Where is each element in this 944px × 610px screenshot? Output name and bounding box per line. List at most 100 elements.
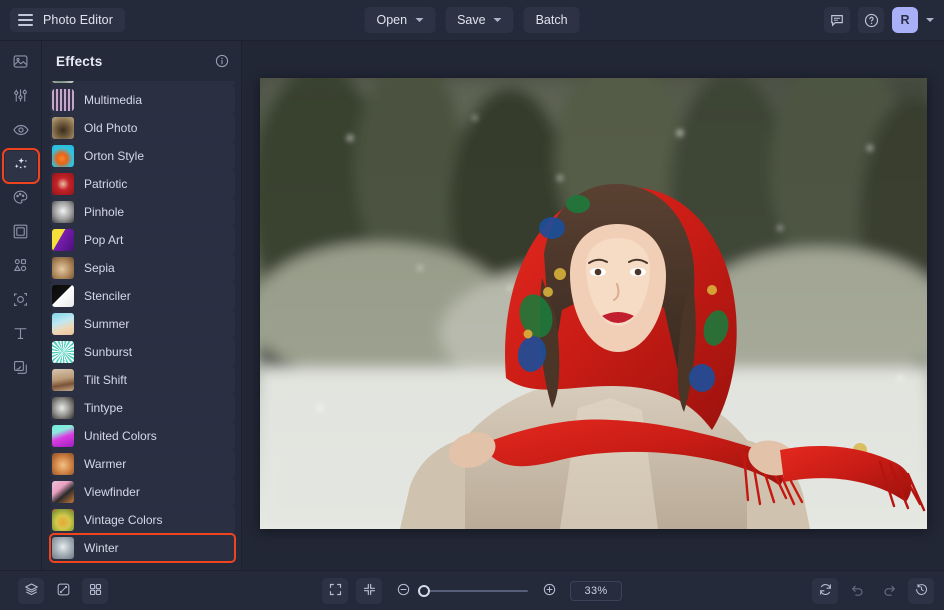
effect-thumbnail (52, 396, 74, 419)
effect-label: Summer (84, 316, 130, 331)
effect-label: Patriotic (84, 176, 128, 191)
list-item[interactable]: Tintype (50, 394, 235, 422)
list-item[interactable]: Multimedia (50, 86, 235, 114)
sparkles-icon (12, 155, 30, 178)
list-item[interactable]: Viewfinder (50, 478, 235, 506)
effect-label: Vintage Colors (84, 512, 163, 527)
undo-button[interactable] (844, 578, 870, 604)
bottom-right-tools (812, 577, 934, 604)
effects-list[interactable]: Lomo ArtMotion ColorMultimediaOld PhotoO… (42, 81, 241, 570)
save-button[interactable]: Save (445, 7, 514, 33)
effect-label: Warmer (84, 456, 127, 471)
effect-thumbnail (52, 480, 74, 503)
zoom-level-value[interactable]: 33% (570, 580, 622, 601)
app-title: Photo Editor (43, 13, 113, 27)
effect-thumbnail (52, 312, 74, 335)
effect-label: Sepia (84, 260, 115, 275)
sidebar-item-paint-tool[interactable] (5, 185, 37, 215)
grid-icon (88, 582, 103, 600)
open-button[interactable]: Open (364, 7, 436, 33)
chevron-down-icon (415, 18, 424, 22)
sidebar-item-retouch-tool[interactable] (5, 117, 37, 147)
list-item[interactable]: Orton Style (50, 142, 235, 170)
zoom-slider-track[interactable] (418, 584, 528, 597)
top-right-actions: R (824, 7, 934, 33)
list-item[interactable]: Sepia (50, 254, 235, 282)
compare-icon (56, 582, 71, 600)
page-title: Effects (56, 53, 103, 69)
zoom-slider[interactable] (418, 584, 528, 597)
sidebar-item-text-tool[interactable] (5, 321, 37, 351)
photo-canvas[interactable] (259, 78, 927, 529)
layers-icon (24, 582, 39, 600)
list-item[interactable]: United Colors (50, 422, 235, 450)
app-root: Photo Editor Open Save Batch R Effects M… (0, 0, 944, 610)
sidebar-item-shapes-tool[interactable] (5, 253, 37, 283)
grid-button[interactable] (82, 577, 108, 604)
palette-icon (12, 189, 29, 211)
effect-label: Tilt Shift (84, 372, 127, 387)
list-item[interactable]: Pinhole (50, 198, 235, 226)
app-menu-button[interactable]: Photo Editor (10, 8, 125, 32)
sidebar-item-adjust-tool[interactable] (5, 83, 37, 113)
list-item[interactable]: Patriotic (50, 170, 235, 198)
effect-label: United Colors (84, 428, 157, 443)
avatar[interactable]: R (892, 7, 918, 33)
history-button[interactable] (908, 577, 934, 604)
sidebar-item-effects-tool[interactable] (1, 148, 40, 184)
list-item[interactable]: Winter (49, 533, 236, 563)
list-item[interactable]: Stenciler (50, 282, 235, 310)
list-item[interactable]: Warmer (50, 450, 235, 478)
redo-icon (882, 582, 897, 600)
sidebar-item-image-tool[interactable] (5, 49, 37, 79)
zoom-out-button[interactable] (390, 578, 416, 604)
batch-button[interactable]: Batch (523, 7, 580, 33)
comment-icon (830, 13, 844, 27)
list-item[interactable]: Vintage Colors (50, 506, 235, 534)
list-item[interactable]: Sunburst (50, 338, 235, 366)
zoom-slider-knob[interactable] (418, 584, 430, 597)
effect-thumbnail (52, 536, 74, 559)
minus-circle-icon (396, 582, 411, 600)
effect-label: Winter (84, 540, 119, 555)
main-body: Effects Lomo ArtMotion ColorMultimediaOl… (0, 41, 944, 570)
effect-label: Old Photo (84, 120, 138, 135)
actual-size-button[interactable] (356, 577, 382, 604)
tool-rail (0, 41, 42, 570)
list-item[interactable]: Old Photo (50, 114, 235, 142)
effect-thumbnail (52, 144, 74, 167)
save-button-label: Save (457, 13, 486, 27)
effect-label: Pop Art (84, 232, 124, 247)
effect-thumbnail (52, 88, 74, 111)
list-item[interactable]: Summer (50, 310, 235, 338)
effect-thumbnail (52, 340, 74, 363)
bottom-left-tools (18, 577, 108, 604)
undo-icon (850, 582, 865, 600)
list-item[interactable]: Pop Art (50, 226, 235, 254)
redo-button[interactable] (876, 578, 902, 604)
chevron-down-icon[interactable] (926, 18, 934, 22)
reset-button[interactable] (812, 577, 838, 604)
effect-thumbnail (52, 256, 74, 279)
zoom-controls: 33% (322, 577, 622, 604)
info-icon[interactable] (215, 54, 229, 68)
sidebar-item-frames-tool[interactable] (5, 219, 37, 249)
sidebar-item-overlay-tool[interactable] (5, 287, 37, 317)
edited-photo (259, 78, 927, 529)
effect-label: Stenciler (84, 288, 131, 303)
sidebar-item-layers-tool[interactable] (5, 355, 37, 385)
list-item[interactable]: Tilt Shift (50, 366, 235, 394)
fit-screen-button[interactable] (322, 577, 348, 604)
top-center-actions: Open Save Batch (364, 7, 580, 33)
effect-thumbnail (52, 424, 74, 447)
layers-button[interactable] (18, 577, 44, 604)
canvas-area[interactable] (242, 41, 944, 570)
effects-panel-header: Effects (42, 41, 241, 81)
help-button[interactable] (858, 7, 884, 33)
hamburger-icon (18, 14, 33, 26)
compare-button[interactable] (50, 578, 76, 604)
open-button-label: Open (376, 13, 408, 27)
feedback-button[interactable] (824, 7, 850, 33)
history-icon (914, 582, 929, 600)
zoom-in-button[interactable] (536, 578, 562, 604)
